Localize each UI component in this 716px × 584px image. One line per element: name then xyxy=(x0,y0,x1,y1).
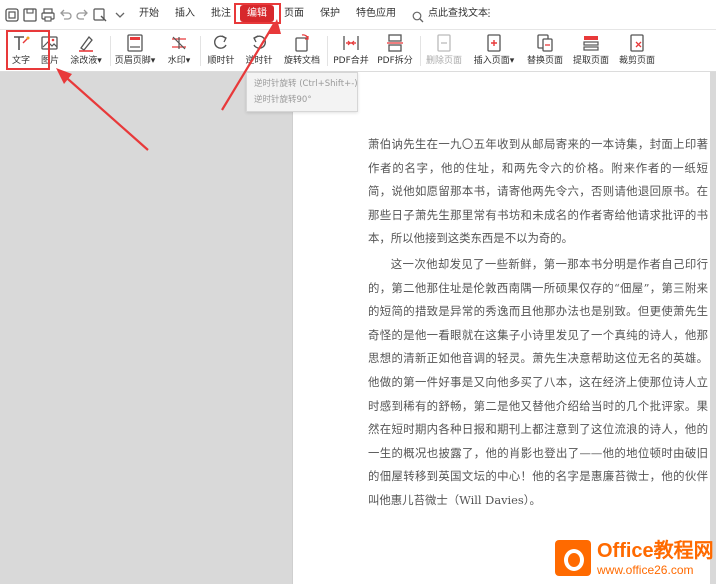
header-footer-text: 页眉页脚 xyxy=(114,56,151,66)
insert-page-label: 插入页面▾ xyxy=(472,55,516,67)
crop-page-label: 裁剪页面 xyxy=(618,56,655,66)
rotate-document-button[interactable]: 旋转文档 xyxy=(282,33,322,67)
edit-toolbar: 文字 图片 涂改液▾ 页眉页脚▾ 水印▾ 顺时针 逆时针 旋转文档 PDF合并 … xyxy=(0,30,716,72)
pdf-merge-icon xyxy=(341,33,361,53)
undo-icon[interactable] xyxy=(58,7,74,23)
redo-icon[interactable] xyxy=(74,7,90,23)
replace-page-button[interactable]: 替换页面 xyxy=(525,33,565,67)
watermark-text: 水印 xyxy=(167,56,186,66)
extract-page-icon xyxy=(581,33,601,53)
more-icon[interactable]: ⋮ xyxy=(484,7,494,21)
chevron-down-icon: ▾ xyxy=(97,56,102,66)
rotate-counterclockwise-tooltip: 逆时针旋转 (Ctrl+Shift+-) 逆时针旋转90° xyxy=(246,72,358,112)
rotate-counterclockwise-icon xyxy=(249,33,269,53)
replace-page-icon xyxy=(535,33,555,53)
tooltip-title: 逆时针旋转 (Ctrl+Shift+-) xyxy=(254,79,358,89)
site-watermark: Office教程网 www.office26.com xyxy=(555,538,714,580)
pdf-merge-label: PDF合并 xyxy=(333,56,369,66)
pdf-split-icon xyxy=(385,33,405,53)
rotate-counterclockwise-label: 逆时针 xyxy=(245,56,273,66)
menu-tab-features[interactable]: 特色应用 xyxy=(356,7,396,21)
toolbar-divider xyxy=(420,36,421,66)
pdf-merge-button[interactable]: PDF合并 xyxy=(332,33,370,67)
toolbar-divider xyxy=(200,36,201,66)
print-icon[interactable] xyxy=(40,7,56,23)
workspace-margin xyxy=(710,72,716,584)
pdf-split-button[interactable]: PDF拆分 xyxy=(376,33,414,67)
crop-page-icon xyxy=(627,33,647,53)
delete-page-button[interactable]: 删除页面 xyxy=(425,33,463,67)
correction-fluid-text: 涂改液 xyxy=(70,56,98,66)
watermark-title: Office教程网 xyxy=(597,540,714,562)
watermark-icon xyxy=(169,33,189,53)
chevron-down-icon: ▾ xyxy=(509,56,515,66)
save-icon[interactable] xyxy=(22,7,38,23)
rotate-counterclockwise-button[interactable]: 逆时针 xyxy=(244,33,274,67)
pdf-split-label: PDF拆分 xyxy=(377,56,413,66)
correction-fluid-label: 涂改液▾ xyxy=(67,55,105,67)
rotate-clockwise-label: 顺时针 xyxy=(207,56,235,66)
correction-pen-icon xyxy=(76,33,96,53)
paragraph: 这一次他却发见了一些新鲜，第一那本书分明是作者自己印行的，第二他那住址是伦敦西南… xyxy=(368,256,708,507)
insert-page-button[interactable]: 插入页面▾ xyxy=(472,33,516,67)
toolbar-divider xyxy=(110,36,111,66)
office-logo-icon xyxy=(555,540,591,576)
tooltip-description: 逆时针旋转90° xyxy=(254,95,312,105)
rotate-document-icon xyxy=(292,33,312,53)
correction-fluid-button[interactable]: 涂改液▾ xyxy=(67,33,105,67)
watermark-label: 水印▾ xyxy=(164,55,194,67)
menu-tab-protect[interactable]: 保护 xyxy=(320,7,340,21)
document-body[interactable]: 萧伯讷先生在一九〇五年收到从邮局寄来的一本诗集，封面上印著作者的名字，他的住址，… xyxy=(368,133,708,513)
highlight-box-text-image xyxy=(6,30,50,70)
search-find-text[interactable]: 点此查找文本 xyxy=(428,7,488,21)
rotate-clockwise-icon xyxy=(211,33,231,53)
rotate-clockwise-button[interactable]: 顺时针 xyxy=(206,33,236,67)
header-footer-button[interactable]: 页眉页脚▾ xyxy=(113,33,157,67)
menu-tab-start[interactable]: 开始 xyxy=(139,7,159,21)
menu-tab-page[interactable]: 页面 xyxy=(284,7,304,21)
menu-tab-insert[interactable]: 插入 xyxy=(175,7,195,21)
rotate-document-label: 旋转文档 xyxy=(283,56,320,66)
quick-access-dropdown-icon[interactable] xyxy=(112,7,128,23)
chevron-down-icon: ▾ xyxy=(185,56,191,66)
chevron-down-icon: ▾ xyxy=(150,56,156,66)
watermark-url: www.office26.com xyxy=(597,563,694,577)
app-home-icon[interactable] xyxy=(4,7,20,23)
extract-page-button[interactable]: 提取页面 xyxy=(571,33,611,67)
delete-page-label: 删除页面 xyxy=(425,56,462,66)
header-footer-label: 页眉页脚▾ xyxy=(113,55,157,67)
replace-page-label: 替换页面 xyxy=(526,56,563,66)
header-footer-icon xyxy=(125,33,145,53)
delete-page-icon xyxy=(434,33,454,53)
watermark-button[interactable]: 水印▾ xyxy=(164,33,194,67)
crop-page-button[interactable]: 裁剪页面 xyxy=(617,33,657,67)
paragraph: 萧伯讷先生在一九〇五年收到从邮局寄来的一本诗集，封面上印著作者的名字，他的住址，… xyxy=(368,137,708,246)
search-icon[interactable] xyxy=(412,8,424,23)
insert-page-text: 插入页面 xyxy=(473,56,510,66)
highlight-box-edit-tab xyxy=(234,3,281,24)
toolbar-divider xyxy=(327,36,328,66)
insert-page-icon xyxy=(484,33,504,53)
menu-tab-comment[interactable]: 批注 xyxy=(211,7,231,21)
format-painter-icon[interactable] xyxy=(92,7,108,23)
page-thumbnail-pane xyxy=(0,72,292,584)
extract-page-label: 提取页面 xyxy=(572,56,609,66)
menu-bar: 开始 插入 批注 编辑 页面 保护 特色应用 点此查找文本 ⋮ xyxy=(0,0,716,30)
